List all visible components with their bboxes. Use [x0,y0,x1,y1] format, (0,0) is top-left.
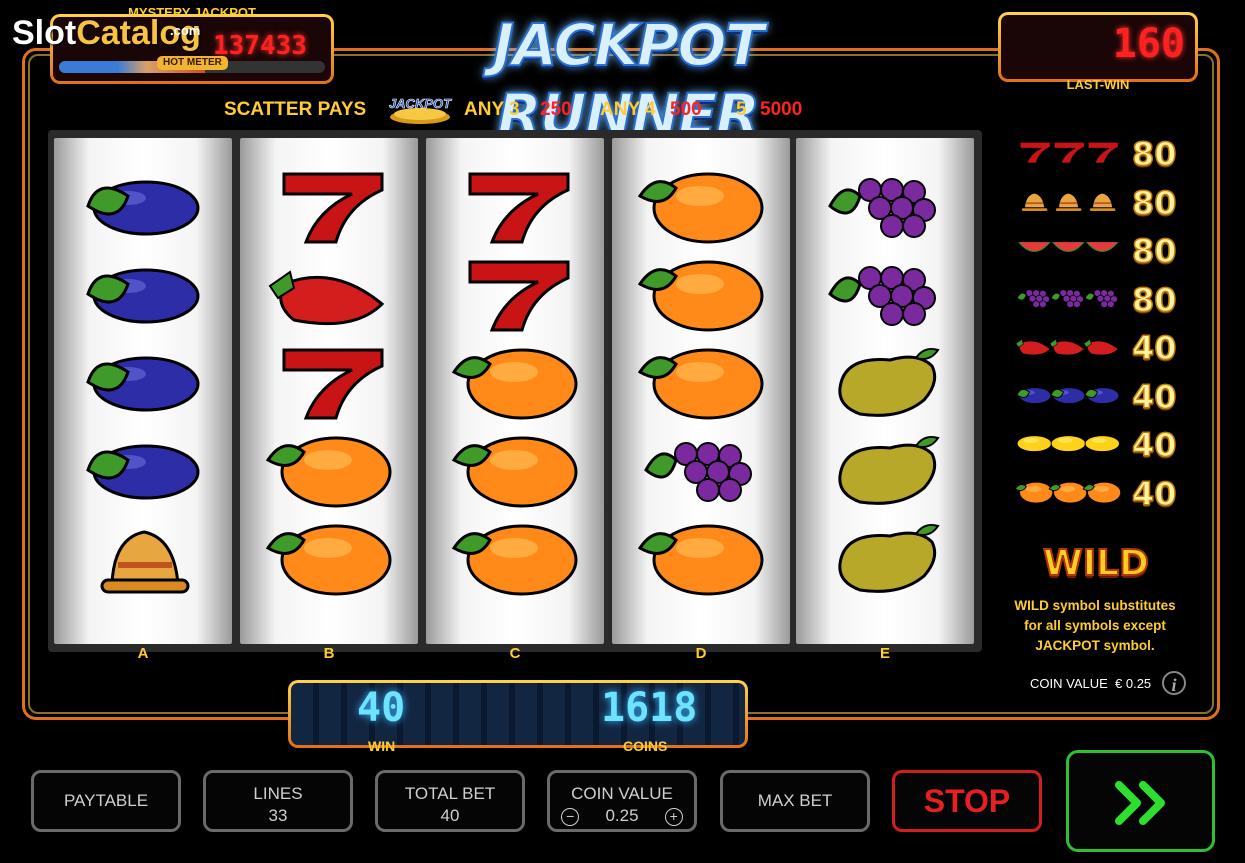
hot-meter-label: HOT METER [157,56,228,70]
game-title: JACKPOT RUNNER [492,10,766,150]
watermark: SlotCatalog .com [12,14,201,52]
coin-value-value: 0.25 [605,806,639,825]
orange-icon [1014,474,1124,514]
orange-symbol [636,342,766,422]
scatter-combo-1: ANY 3 [464,99,520,120]
jackpot-scatter-icon: JACKPOT [382,93,458,125]
scatter-value-3: 5000 [760,99,803,120]
last-win-value: 160 [1112,21,1185,67]
scatter-pays-label: SCATTER PAYS [224,99,367,120]
orange-symbol [636,518,766,598]
plum-symbol [78,342,208,422]
paytable-value: 40 [1131,426,1177,464]
coins-label: COINS [623,738,668,754]
paytable-button[interactable]: PAYTABLE [31,770,181,832]
grapes-symbol [636,430,766,510]
scatter-value-1: 250 [540,99,572,120]
mystery-jackpot-value: 137433 [213,31,307,61]
paytable-value: 40 [1131,377,1177,416]
grapes-symbol [820,254,950,334]
seven-symbol [450,254,580,334]
seven-icon [1014,134,1124,174]
paytable-row-seven: 80 [1014,134,1184,174]
coin-value-plus-button[interactable]: + [664,807,683,826]
bell-symbol [78,518,208,598]
spin-button[interactable] [1066,750,1215,852]
paytable-row-strawberry: 40 [1014,328,1184,368]
coin-value-minus-button[interactable]: − [561,807,580,826]
reel-label-a: A [137,645,149,662]
info-icon[interactable]: i [1162,671,1186,695]
orange-symbol [450,518,580,598]
reel-e [796,138,974,644]
seven-symbol [264,166,394,246]
grapes-icon [1014,280,1124,320]
scatter-combo-2: ANY 4 [600,99,656,120]
orange-symbol [636,166,766,246]
paytable-value: 80 [1131,280,1177,319]
wild-logo: WILD [1042,542,1150,585]
coin-value-info: COIN VALUE € 0.25 [1030,676,1152,691]
pear-symbol [820,430,950,510]
paytable-row-lemon: 40 [1014,425,1184,465]
reel-label-d: D [695,645,707,662]
paytable-row-watermelon: 80 [1014,231,1184,271]
plum-symbol [78,254,208,334]
reel-label-c: C [509,645,521,662]
reel-label-b: B [323,645,335,662]
stop-button[interactable]: STOP [892,770,1042,832]
scatter-value-2: 500 [670,99,702,120]
seven-symbol [264,342,394,422]
plum-symbol [78,430,208,510]
grapes-symbol [820,166,950,246]
wild-description: WILD symbol substitutes for all symbols … [1014,598,1176,653]
plum-symbol [78,166,208,246]
lines-button[interactable]: LINES 33 [203,770,353,832]
paytable-row-grapes: 80 [1014,280,1184,320]
paytable-row-bell: 80 [1014,183,1184,223]
reel-d [612,138,790,644]
paytable-value: 80 [1131,135,1177,173]
lemon-icon [1014,425,1124,465]
reel-a [54,138,232,644]
reel-label-e: E [879,645,890,662]
paytable-value: 80 [1131,183,1177,222]
orange-symbol [264,430,394,510]
plum-icon [1014,377,1124,417]
coins-value: 1618 [601,685,698,731]
win-coins-panel: 40 1618 [288,680,748,748]
paytable-value: 40 [1131,474,1177,513]
win-label: WIN [368,738,396,754]
reel-b [240,138,418,644]
last-win-label: LAST-WIN [1066,77,1130,92]
orange-symbol [264,518,394,598]
strawberry-symbol [264,254,394,334]
paytable-value: 80 [1131,232,1177,270]
max-bet-button[interactable]: MAX BET [720,770,870,832]
total-bet-button[interactable]: TOTAL BET 40 [375,770,525,832]
scatter-combo-3: 5 [736,99,747,120]
coin-value-control: COIN VALUE − 0.25 + [547,770,697,832]
strawberry-icon [1014,328,1124,368]
paytable-row-plum: 40 [1014,377,1184,417]
orange-symbol [636,254,766,334]
seven-symbol [450,166,580,246]
orange-symbol [450,342,580,422]
bell-icon [1014,183,1124,223]
pear-symbol [820,518,950,598]
win-value: 40 [357,685,406,731]
pear-symbol [820,342,950,422]
paytable-value: 40 [1131,329,1177,367]
last-win-panel: 160 LAST-WIN [998,12,1198,92]
orange-symbol [450,430,580,510]
svg-text:JACKPOT: JACKPOT [389,96,452,111]
paytable-row-orange: 40 [1014,474,1184,514]
double-chevron-right-icon [1115,781,1165,825]
watermelon-icon [1014,231,1124,271]
reel-c [426,138,604,644]
